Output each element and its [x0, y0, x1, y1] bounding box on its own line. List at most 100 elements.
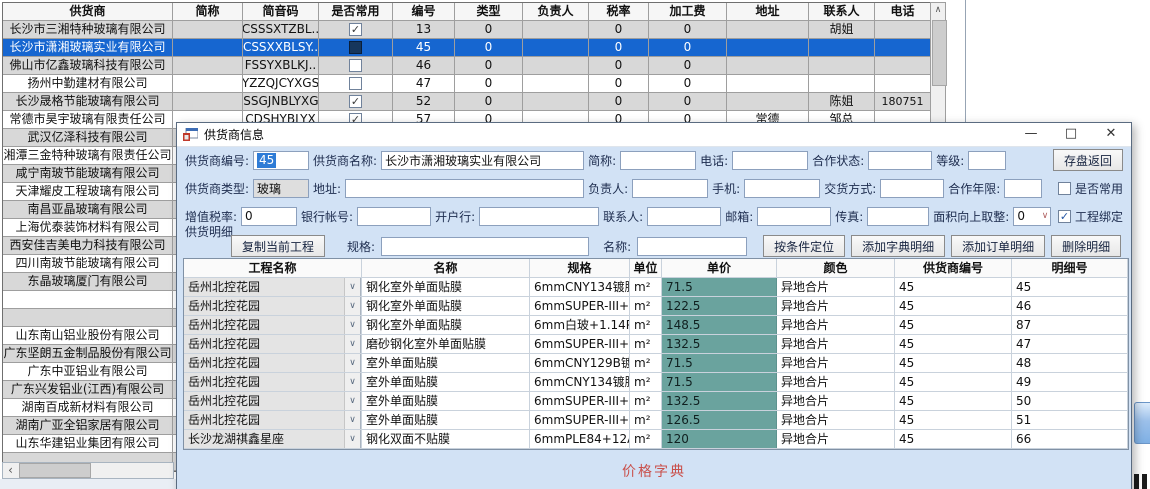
coop-status-field[interactable] — [868, 151, 932, 170]
detail-column-header[interactable]: 单价 — [662, 259, 777, 277]
project-name-combo[interactable]: 岳州北控花园∨ — [184, 354, 361, 372]
supplier-row[interactable]: 长沙晟格节能玻璃有限公司CSSGJNBLYXGS✓52000陈姐180751 — [3, 93, 931, 111]
column-header[interactable]: 类型 — [455, 3, 523, 20]
supplier-row[interactable]: 长沙市潇湘玻璃实业有限公司CSSXXBLSY..45000 — [3, 39, 931, 57]
column-header[interactable]: 供货商 — [3, 3, 173, 20]
project-name-combo[interactable]: 长沙龙湖祺鑫星座 ∨ — [184, 430, 361, 448]
row-common-checkbox-cell[interactable]: ✓ — [319, 21, 393, 38]
detail-cell: 室外单面贴膜 — [362, 354, 530, 372]
detail-column-header[interactable]: 明细号 — [1012, 259, 1128, 277]
supplier-name-field[interactable] — [381, 151, 584, 170]
checkbox-box[interactable]: ✓ — [349, 95, 362, 108]
checkbox-box[interactable]: ✓ — [349, 23, 362, 36]
detail-row[interactable]: 长沙龙湖祺鑫星座∨钢化双面不贴膜6mmPLE84+12A(硅酮胺...m²120… — [184, 430, 1128, 449]
project-name-combo[interactable]: 岳州北控花园∨ — [184, 411, 361, 429]
detail-column-header[interactable]: 供货商编号 — [895, 259, 1012, 277]
bank-account-field[interactable] — [357, 207, 431, 226]
spec-filter-input[interactable] — [381, 237, 589, 256]
column-header[interactable]: 编号 — [393, 3, 455, 20]
supplier-row[interactable]: 扬州中勤建材有限公司YZZQJCYXGS47000 — [3, 75, 931, 93]
supplier-no-field[interactable]: 45 — [253, 151, 309, 170]
table-cell: 0 — [649, 21, 727, 38]
dialog-title: 供货商信息 — [204, 126, 264, 143]
address-field[interactable] — [345, 179, 584, 198]
detail-column-header[interactable]: 名称 — [362, 259, 530, 277]
detail-row[interactable]: 岳州北控花园∨室外单面贴膜6mmSUPER-III+12A(硅...m²126.… — [184, 411, 1128, 430]
detail-row[interactable]: 岳州北控花园∨室外单面贴膜6mmCNY134镀膜钢化m²71.5异地合片4549 — [184, 373, 1128, 392]
minimize-icon[interactable]: — — [1011, 123, 1051, 146]
common-checkbox[interactable]: 是否常用 — [1058, 180, 1123, 197]
email-field[interactable] — [757, 207, 831, 226]
delivery-field[interactable] — [880, 179, 944, 198]
column-header[interactable]: 电话 — [875, 3, 931, 20]
project-bind-checkbox[interactable]: ✓ 工程绑定 — [1058, 208, 1123, 225]
project-name-combo[interactable]: 岳州北控花园∨ — [184, 278, 361, 296]
add-order-detail-button[interactable]: 添加订单明细 — [951, 235, 1045, 257]
leader-field[interactable] — [632, 179, 708, 198]
detail-row[interactable]: 岳州北控花园∨钢化室外单面贴膜6mmCNY134镀膜钢化m²71.5异地合片45… — [184, 278, 1128, 297]
supplier-row[interactable]: 长沙市三湘特种玻璃有限公司CSSSXTZBL..✓13000胡姐 — [3, 21, 931, 39]
detail-row[interactable]: 岳州北控花园∨钢化室外单面贴膜6mmSUPER-III+12A(硅...m²12… — [184, 297, 1128, 316]
abbr-field[interactable] — [620, 151, 696, 170]
checkbox-box[interactable] — [349, 59, 362, 72]
locate-by-condition-button[interactable]: 按条件定位 — [763, 235, 845, 257]
chevron-down-icon: ∨ — [1042, 211, 1051, 221]
area-round-select[interactable]: 0 ∨ — [1013, 207, 1051, 226]
detail-column-header[interactable]: 工程名称 — [184, 259, 362, 277]
chevron-down-icon: ∨ — [344, 430, 360, 448]
checkbox-box[interactable] — [349, 41, 362, 54]
detail-cell: 51 — [1012, 411, 1128, 429]
row-common-checkbox-cell[interactable] — [319, 39, 393, 56]
scrollbar-thumb[interactable] — [932, 20, 947, 86]
mobile-field[interactable] — [744, 179, 820, 198]
scroll-left-icon[interactable]: ‹ — [3, 463, 18, 478]
contact-field[interactable] — [647, 207, 721, 226]
horizontal-scrollbar[interactable]: ‹ — [2, 462, 174, 479]
phone-field[interactable] — [732, 151, 808, 170]
column-header[interactable]: 加工费 — [649, 3, 727, 20]
vat-field[interactable] — [241, 207, 297, 226]
scrollbar-thumb[interactable] — [19, 463, 91, 478]
delete-detail-button[interactable]: 删除明细 — [1051, 235, 1121, 257]
coop-years-field[interactable] — [1004, 179, 1042, 198]
detail-column-header[interactable]: 单位 — [630, 259, 662, 277]
supplier-row[interactable]: 佛山市亿鑫玻璃科技有限公司FSSYXBLKJ..46000 — [3, 57, 931, 75]
close-icon[interactable]: ✕ — [1091, 123, 1131, 146]
maximize-icon[interactable]: □ — [1051, 123, 1091, 146]
row-common-checkbox-cell[interactable] — [319, 57, 393, 74]
detail-row[interactable]: 岳州北控花园∨磨砂钢化室外单面贴膜6mmSUPER-III+12A(硅...m²… — [184, 335, 1128, 354]
combo-value: 长沙龙湖祺鑫星座 — [184, 430, 284, 448]
dialog-titlebar[interactable]: 供货商信息 — □ ✕ — [177, 123, 1131, 147]
table-cell: 咸宁南玻节能玻璃有限公司 — [3, 165, 173, 182]
column-header[interactable]: 联系人 — [809, 3, 875, 20]
project-name-combo[interactable]: 岳州北控花园∨ — [184, 392, 361, 410]
column-header[interactable]: 税率 — [589, 3, 649, 20]
detail-row[interactable]: 岳州北控花园∨室外单面贴膜6mmCNY129B镀膜钢化m²71.5异地合片454… — [184, 354, 1128, 373]
column-header[interactable]: 地址 — [727, 3, 809, 20]
detail-column-header[interactable]: 规格 — [530, 259, 630, 277]
checkbox-box[interactable] — [349, 77, 362, 90]
project-name-combo[interactable]: 岳州北控花园∨ — [184, 297, 361, 315]
project-name-combo[interactable]: 岳州北控花园∨ — [184, 316, 361, 334]
column-header[interactable]: 简音码 — [243, 3, 319, 20]
add-dictionary-detail-button[interactable]: 添加字典明细 — [851, 235, 945, 257]
screen: 供货商简称简音码是否常用编号类型负责人税率加工费地址联系人电话 长沙市三湘特种玻… — [0, 0, 1150, 489]
bank-field[interactable] — [479, 207, 599, 226]
detail-row[interactable]: 岳州北控花园∨室外单面贴膜6mmSUPER-III+12A(硅...m²132.… — [184, 392, 1128, 411]
detail-column-header[interactable]: 颜色 — [777, 259, 895, 277]
grade-field[interactable] — [968, 151, 1006, 170]
project-name-combo[interactable]: 岳州北控花园∨ — [184, 373, 361, 391]
row-common-checkbox-cell[interactable] — [319, 75, 393, 92]
column-header[interactable]: 是否常用 — [319, 3, 393, 20]
copy-current-project-button[interactable]: 复制当前工程 — [231, 235, 325, 257]
column-header[interactable]: 负责人 — [523, 3, 589, 20]
scroll-up-icon[interactable]: ∧ — [931, 3, 945, 18]
supplier-type-field[interactable] — [253, 179, 309, 198]
project-name-combo[interactable]: 岳州北控花园∨ — [184, 335, 361, 353]
detail-row[interactable]: 岳州北控花园∨钢化室外单面贴膜6mm白玻+1.14PVB+6mm...m²148… — [184, 316, 1128, 335]
save-return-button[interactable]: 存盘返回 — [1053, 149, 1123, 171]
column-header[interactable]: 简称 — [173, 3, 243, 20]
fax-field[interactable] — [867, 207, 929, 226]
name-filter-input[interactable] — [637, 237, 747, 256]
row-common-checkbox-cell[interactable]: ✓ — [319, 93, 393, 110]
